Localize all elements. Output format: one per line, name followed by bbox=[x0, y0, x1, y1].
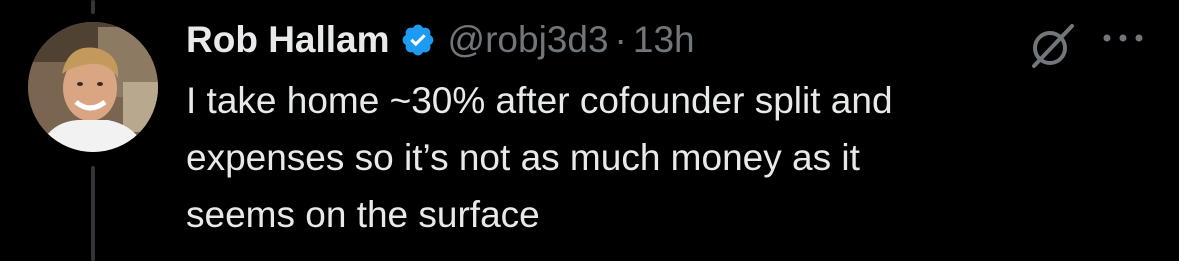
verified-badge-icon[interactable] bbox=[400, 22, 436, 58]
thread-line-top bbox=[91, 0, 95, 14]
avatar-photo bbox=[28, 22, 158, 152]
handle[interactable]: @robj3d3 bbox=[448, 14, 609, 66]
display-name[interactable]: Rob Hallam bbox=[186, 14, 390, 66]
thread-line-bottom bbox=[91, 166, 95, 261]
tweet-text: I take home ~30% after cofounder split a… bbox=[186, 80, 893, 235]
avatar[interactable] bbox=[28, 22, 158, 152]
separator-dot: · bbox=[614, 19, 627, 60]
grok-icon[interactable] bbox=[1026, 20, 1078, 72]
more-options-icon[interactable] bbox=[1100, 28, 1146, 48]
timestamp[interactable]: 13h bbox=[633, 14, 695, 66]
